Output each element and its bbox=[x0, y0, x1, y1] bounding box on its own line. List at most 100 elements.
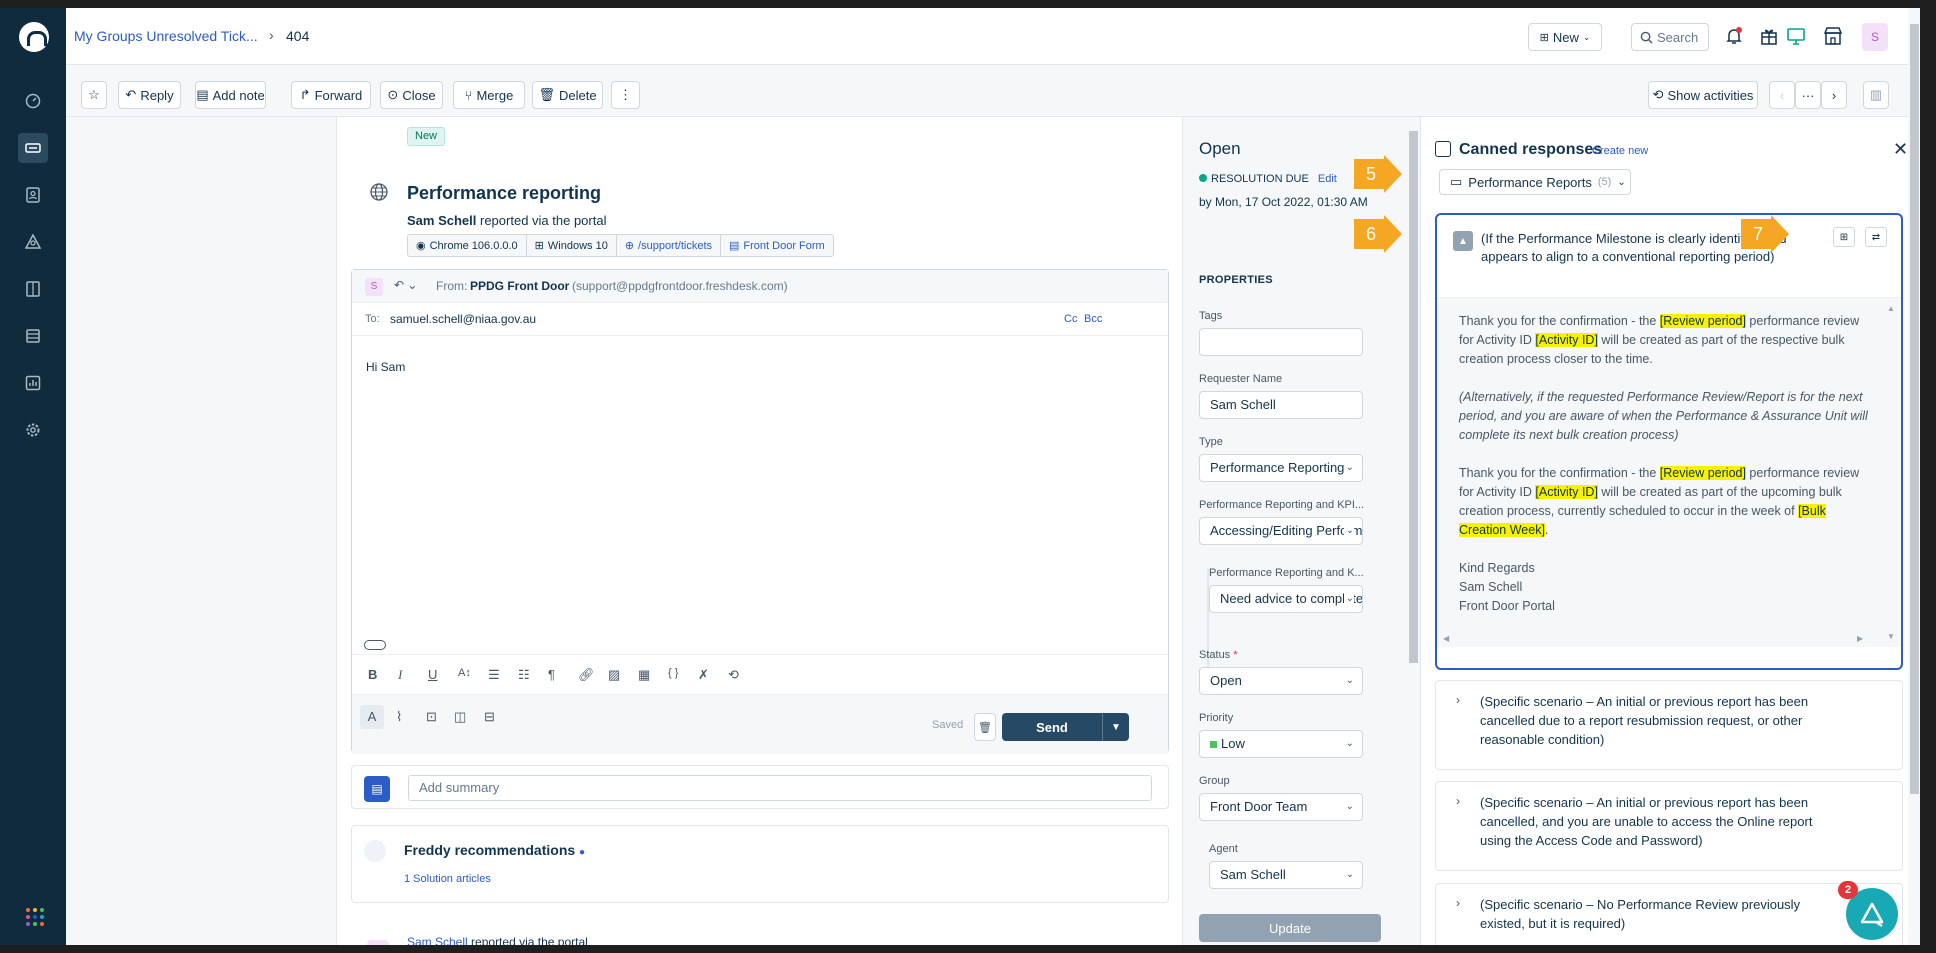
image-icon[interactable]: ▨ bbox=[608, 667, 620, 683]
contacts-icon[interactable] bbox=[18, 180, 48, 210]
scroll-left-icon[interactable]: ◀ bbox=[1443, 634, 1449, 643]
reply-body[interactable]: Hi Sam bbox=[366, 360, 405, 374]
page-scrollbar[interactable] bbox=[1908, 8, 1920, 945]
body-horizontal-scrollbar[interactable]: ◀ ▶ bbox=[1437, 634, 1901, 646]
next-ticket-button[interactable]: › bbox=[1821, 81, 1847, 109]
groups-icon[interactable] bbox=[18, 227, 48, 257]
reports-icon[interactable] bbox=[18, 368, 48, 398]
properties-scrollbar[interactable] bbox=[1406, 117, 1420, 945]
delete-button[interactable]: 🗑 Delete bbox=[532, 81, 603, 109]
requester-name[interactable]: Sam Schell bbox=[407, 213, 476, 228]
forums-icon[interactable] bbox=[18, 321, 48, 351]
folder-select[interactable]: ▭ Performance Reports (5) ⌄ bbox=[1439, 169, 1631, 195]
create-new-link[interactable]: Create new bbox=[1592, 145, 1648, 157]
tickets-icon[interactable] bbox=[18, 133, 48, 163]
agent-select[interactable]: Sam Schell ⌄ bbox=[1209, 861, 1363, 889]
search-button[interactable]: Search bbox=[1631, 23, 1709, 51]
reply-button[interactable]: ↶ Reply bbox=[118, 81, 181, 109]
left-nav-sidebar bbox=[0, 8, 66, 945]
notifications-bell-icon[interactable] bbox=[1724, 26, 1746, 48]
reply-type-dropdown[interactable]: ↶ ⌄ bbox=[394, 278, 417, 292]
table-icon[interactable]: ▦ bbox=[638, 667, 650, 683]
add-note-button[interactable]: ▤ Add note bbox=[195, 81, 266, 109]
settings-icon[interactable] bbox=[18, 415, 48, 445]
source-url-chip[interactable]: ⊕/support/tickets bbox=[617, 235, 722, 256]
to-recipient[interactable]: samuel.schell@niaa.gov.au bbox=[390, 312, 536, 326]
font-size-icon[interactable]: A↕ bbox=[458, 667, 471, 679]
marketplace-store-icon[interactable] bbox=[1823, 26, 1845, 48]
attachment-icon[interactable]: ⌇ bbox=[396, 709, 402, 725]
form-chip[interactable]: ▤ Front Door Form bbox=[721, 235, 833, 256]
apps-grid-icon[interactable] bbox=[26, 908, 44, 926]
discard-draft-button[interactable]: 🗑 bbox=[974, 713, 996, 741]
status-select[interactable]: Open ⌄ bbox=[1199, 667, 1363, 695]
solution-articles-link[interactable]: 1 Solution articles bbox=[404, 873, 491, 885]
star-button[interactable]: ☆ bbox=[81, 81, 107, 109]
os-chip: ⊞ Windows 10 bbox=[527, 235, 617, 256]
perf-category-select[interactable]: Accessing/Editing Performance⌄ bbox=[1199, 517, 1363, 545]
canned-response-item[interactable]: › (Specific scenario – An initial or pre… bbox=[1435, 781, 1903, 871]
monitor-icon[interactable] bbox=[1786, 26, 1808, 48]
collapse-chevron-icon[interactable]: ▲ bbox=[1453, 231, 1473, 251]
layout-toggle-button[interactable]: ▥ bbox=[1863, 81, 1889, 109]
send-button[interactable]: Send bbox=[1002, 713, 1102, 741]
code-icon[interactable]: { } bbox=[668, 667, 678, 679]
bcc-link[interactable]: Bcc bbox=[1084, 313, 1102, 325]
dashboard-icon[interactable] bbox=[18, 86, 48, 116]
paragraph-3: Thank you for the confirmation - the [Re… bbox=[1459, 464, 1869, 540]
scrollbar-thumb[interactable] bbox=[1910, 24, 1919, 794]
add-summary-input[interactable]: Add summary bbox=[408, 775, 1152, 801]
show-quoted-text-icon[interactable] bbox=[364, 640, 386, 650]
bold-icon[interactable]: B bbox=[368, 667, 377, 682]
show-activities-button[interactable]: ⟲ Show activities bbox=[1648, 81, 1758, 109]
conversation-requester[interactable]: Sam Schell bbox=[407, 935, 468, 945]
underline-icon[interactable]: U bbox=[428, 667, 437, 682]
new-button[interactable]: ⊞ New ⌄ bbox=[1528, 23, 1602, 51]
chevron-right-icon: › bbox=[1831, 87, 1837, 103]
requester-input[interactable]: Sam Schell bbox=[1199, 391, 1363, 419]
close-ticket-button[interactable]: ⊙ Close bbox=[380, 81, 443, 109]
user-avatar[interactable]: S bbox=[1862, 23, 1888, 51]
gift-icon[interactable] bbox=[1759, 26, 1781, 48]
scrollbar-thumb[interactable] bbox=[1409, 131, 1418, 663]
canned-response-item[interactable]: › (Specific scenario – No Performance Re… bbox=[1435, 883, 1903, 945]
update-button[interactable]: Update bbox=[1199, 914, 1381, 942]
type-select[interactable]: Performance Reporting ⌄ bbox=[1199, 454, 1363, 482]
forward-button[interactable]: ↱ Forward bbox=[291, 81, 371, 109]
new-button-label: New bbox=[1552, 29, 1579, 45]
os-label: Windows 10 bbox=[547, 239, 608, 252]
perf-subcategory-select[interactable]: Need advice to complete ⌄ bbox=[1209, 585, 1363, 613]
priority-select[interactable]: Low ⌄ bbox=[1199, 730, 1363, 758]
freshdesk-logo-icon[interactable] bbox=[19, 22, 49, 52]
paragraph-icon[interactable]: ¶ bbox=[548, 667, 555, 682]
link-icon[interactable]: 🔗︎ bbox=[578, 667, 595, 683]
bullet-list-icon[interactable]: ☷ bbox=[518, 667, 530, 683]
scroll-right-icon[interactable]: ▶ bbox=[1857, 634, 1863, 643]
swap-response-icon[interactable]: ⇄ bbox=[1865, 227, 1887, 247]
knowledge-base-icon[interactable] bbox=[18, 274, 48, 304]
numbered-list-icon[interactable]: ☰ bbox=[488, 667, 500, 683]
insert-response-icon[interactable]: ⊞ bbox=[1833, 227, 1855, 247]
cc-link[interactable]: Cc bbox=[1064, 313, 1077, 325]
tags-input[interactable] bbox=[1199, 328, 1363, 356]
undo-icon[interactable]: ⟲ bbox=[728, 667, 739, 683]
body-scroll-up-icon[interactable]: ▲ bbox=[1887, 304, 1895, 313]
more-actions-button[interactable]: ⋮ bbox=[611, 81, 640, 109]
template-icon[interactable]: ⊟ bbox=[484, 709, 495, 725]
canned-response-item[interactable]: › (Specific scenario – An initial or pre… bbox=[1435, 680, 1903, 770]
send-options-dropdown[interactable]: ▼ bbox=[1102, 713, 1129, 741]
group-select[interactable]: Front Door Team ⌄ bbox=[1199, 793, 1363, 821]
from-name[interactable]: PPDG Front Door bbox=[470, 279, 569, 293]
merge-button[interactable]: ⑂ Merge bbox=[453, 81, 525, 109]
ticket-list-button[interactable]: ··· bbox=[1795, 81, 1821, 109]
text: . bbox=[1544, 523, 1549, 537]
canned-response-icon[interactable]: ⊡ bbox=[426, 709, 437, 725]
italic-icon[interactable]: I bbox=[398, 667, 402, 683]
solution-article-icon[interactable]: ◫ bbox=[454, 709, 466, 725]
breadcrumb-view-link[interactable]: My Groups Unresolved Tick... bbox=[74, 28, 258, 44]
previous-ticket-button[interactable]: ‹ bbox=[1769, 81, 1795, 109]
close-panel-icon[interactable]: ✕ bbox=[1893, 139, 1908, 160]
clear-format-icon[interactable]: ✗ bbox=[698, 667, 709, 683]
text-format-icon[interactable]: A bbox=[360, 705, 384, 729]
edit-due-link[interactable]: Edit bbox=[1318, 173, 1337, 185]
